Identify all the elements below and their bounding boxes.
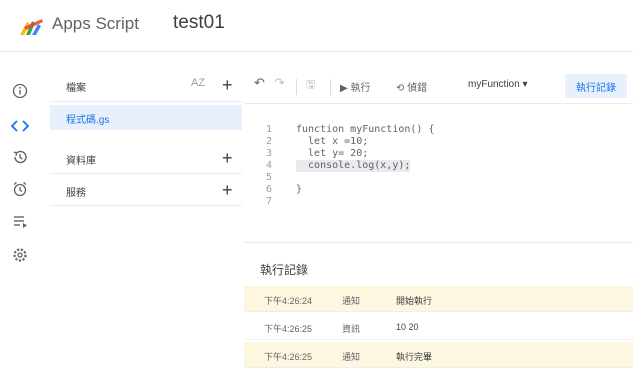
log-row: 下午4:26:25 資訊 10 20 bbox=[244, 314, 633, 340]
log-time: 下午4:26:24 bbox=[264, 296, 313, 306]
code-line: 3 let y= 20; bbox=[244, 148, 633, 160]
file-item-label: 程式碼.gs bbox=[66, 115, 110, 126]
files-title: 檔案 bbox=[66, 83, 86, 94]
code-text: } bbox=[296, 184, 303, 195]
redo-icon[interactable]: ↷ bbox=[274, 75, 285, 91]
line-number: 3 bbox=[265, 148, 272, 159]
apps-script-logo-icon[interactable] bbox=[18, 17, 44, 37]
save-icon[interactable]: 🖫 bbox=[306, 76, 315, 95]
line-number: 2 bbox=[265, 136, 272, 147]
add-file-icon[interactable]: + bbox=[222, 76, 233, 94]
sort-az-icon[interactable]: AZ bbox=[191, 77, 205, 89]
add-service-icon[interactable]: + bbox=[222, 181, 233, 199]
execution-log-title: 執行記錄 bbox=[260, 263, 309, 277]
line-number: 1 bbox=[265, 124, 272, 135]
log-message: 開始執行 bbox=[396, 296, 433, 306]
app-header: Apps Script test01 bbox=[0, 0, 633, 52]
code-text: let x =10; bbox=[296, 136, 369, 147]
section-services[interactable]: 服務 + bbox=[50, 174, 242, 206]
editor-toolbar: ↶ ↷ 🖫 ▶ 執行 ⟲ 偵錯 myFunction ▾ 執行記錄 bbox=[244, 70, 633, 104]
history-icon[interactable] bbox=[9, 146, 31, 168]
log-level: 通知 bbox=[342, 296, 361, 306]
line-number: 6 bbox=[265, 184, 272, 195]
executions-icon[interactable] bbox=[9, 210, 31, 232]
code-line: 5 bbox=[244, 172, 633, 184]
app-name[interactable]: Apps Script bbox=[52, 14, 139, 34]
log-row: 下午4:26:25 通知 執行完畢 bbox=[244, 342, 633, 368]
files-header: 檔案 AZ + bbox=[50, 70, 242, 102]
code-line: 2 let x =10; bbox=[244, 136, 633, 148]
line-number: 7 bbox=[265, 196, 272, 207]
line-number: 4 bbox=[265, 160, 272, 171]
code-line: 1 function myFunction() { bbox=[244, 124, 633, 136]
settings-gear-icon[interactable] bbox=[9, 244, 31, 266]
log-level: 通知 bbox=[342, 352, 361, 362]
code-editor-icon[interactable] bbox=[9, 115, 31, 137]
code-line-highlighted: 4 console.log(x,y); bbox=[244, 160, 633, 172]
execution-log-panel: 執行記錄 下午4:26:24 通知 開始執行 下午4:26:25 資訊 10 2… bbox=[244, 242, 633, 368]
code-line: 7 bbox=[244, 196, 633, 208]
log-level: 資訊 bbox=[342, 324, 361, 334]
code-text: function myFunction() { bbox=[296, 124, 435, 135]
project-name[interactable]: test01 bbox=[173, 12, 225, 34]
code-editor[interactable]: 1 function myFunction() { 2 let x =10; 3 … bbox=[244, 106, 633, 242]
toolbar-divider bbox=[296, 79, 297, 95]
log-time: 下午4:26:25 bbox=[264, 352, 313, 362]
toolbar-divider bbox=[330, 79, 331, 95]
undo-icon[interactable]: ↶ bbox=[254, 75, 265, 91]
files-panel: 檔案 AZ + 程式碼.gs 資料庫 + 服務 + bbox=[50, 70, 242, 368]
left-nav-rail bbox=[0, 74, 44, 368]
log-message: 執行完畢 bbox=[396, 352, 433, 362]
function-select[interactable]: myFunction ▾ bbox=[468, 79, 527, 90]
section-services-label: 服務 bbox=[66, 188, 86, 199]
log-message: 10 20 bbox=[396, 322, 419, 332]
run-button[interactable]: ▶ 執行 bbox=[340, 79, 370, 94]
code-line: 6} bbox=[244, 184, 633, 196]
line-number: 5 bbox=[265, 172, 272, 183]
execution-log-button[interactable]: 執行記錄 bbox=[565, 74, 627, 98]
add-library-icon[interactable]: + bbox=[222, 149, 233, 167]
log-time: 下午4:26:25 bbox=[264, 324, 313, 334]
info-icon[interactable] bbox=[9, 80, 31, 102]
section-libraries[interactable]: 資料庫 + bbox=[50, 142, 242, 174]
debug-button[interactable]: ⟲ 偵錯 bbox=[396, 79, 427, 94]
code-text: let y= 20; bbox=[296, 148, 369, 159]
section-libraries-label: 資料庫 bbox=[66, 156, 96, 167]
code-text: console.log(x,y); bbox=[296, 160, 411, 172]
file-item-code-gs[interactable]: 程式碼.gs bbox=[50, 105, 242, 130]
alarm-clock-icon[interactable] bbox=[9, 178, 31, 200]
log-row: 下午4:26:24 通知 開始執行 bbox=[244, 286, 633, 312]
